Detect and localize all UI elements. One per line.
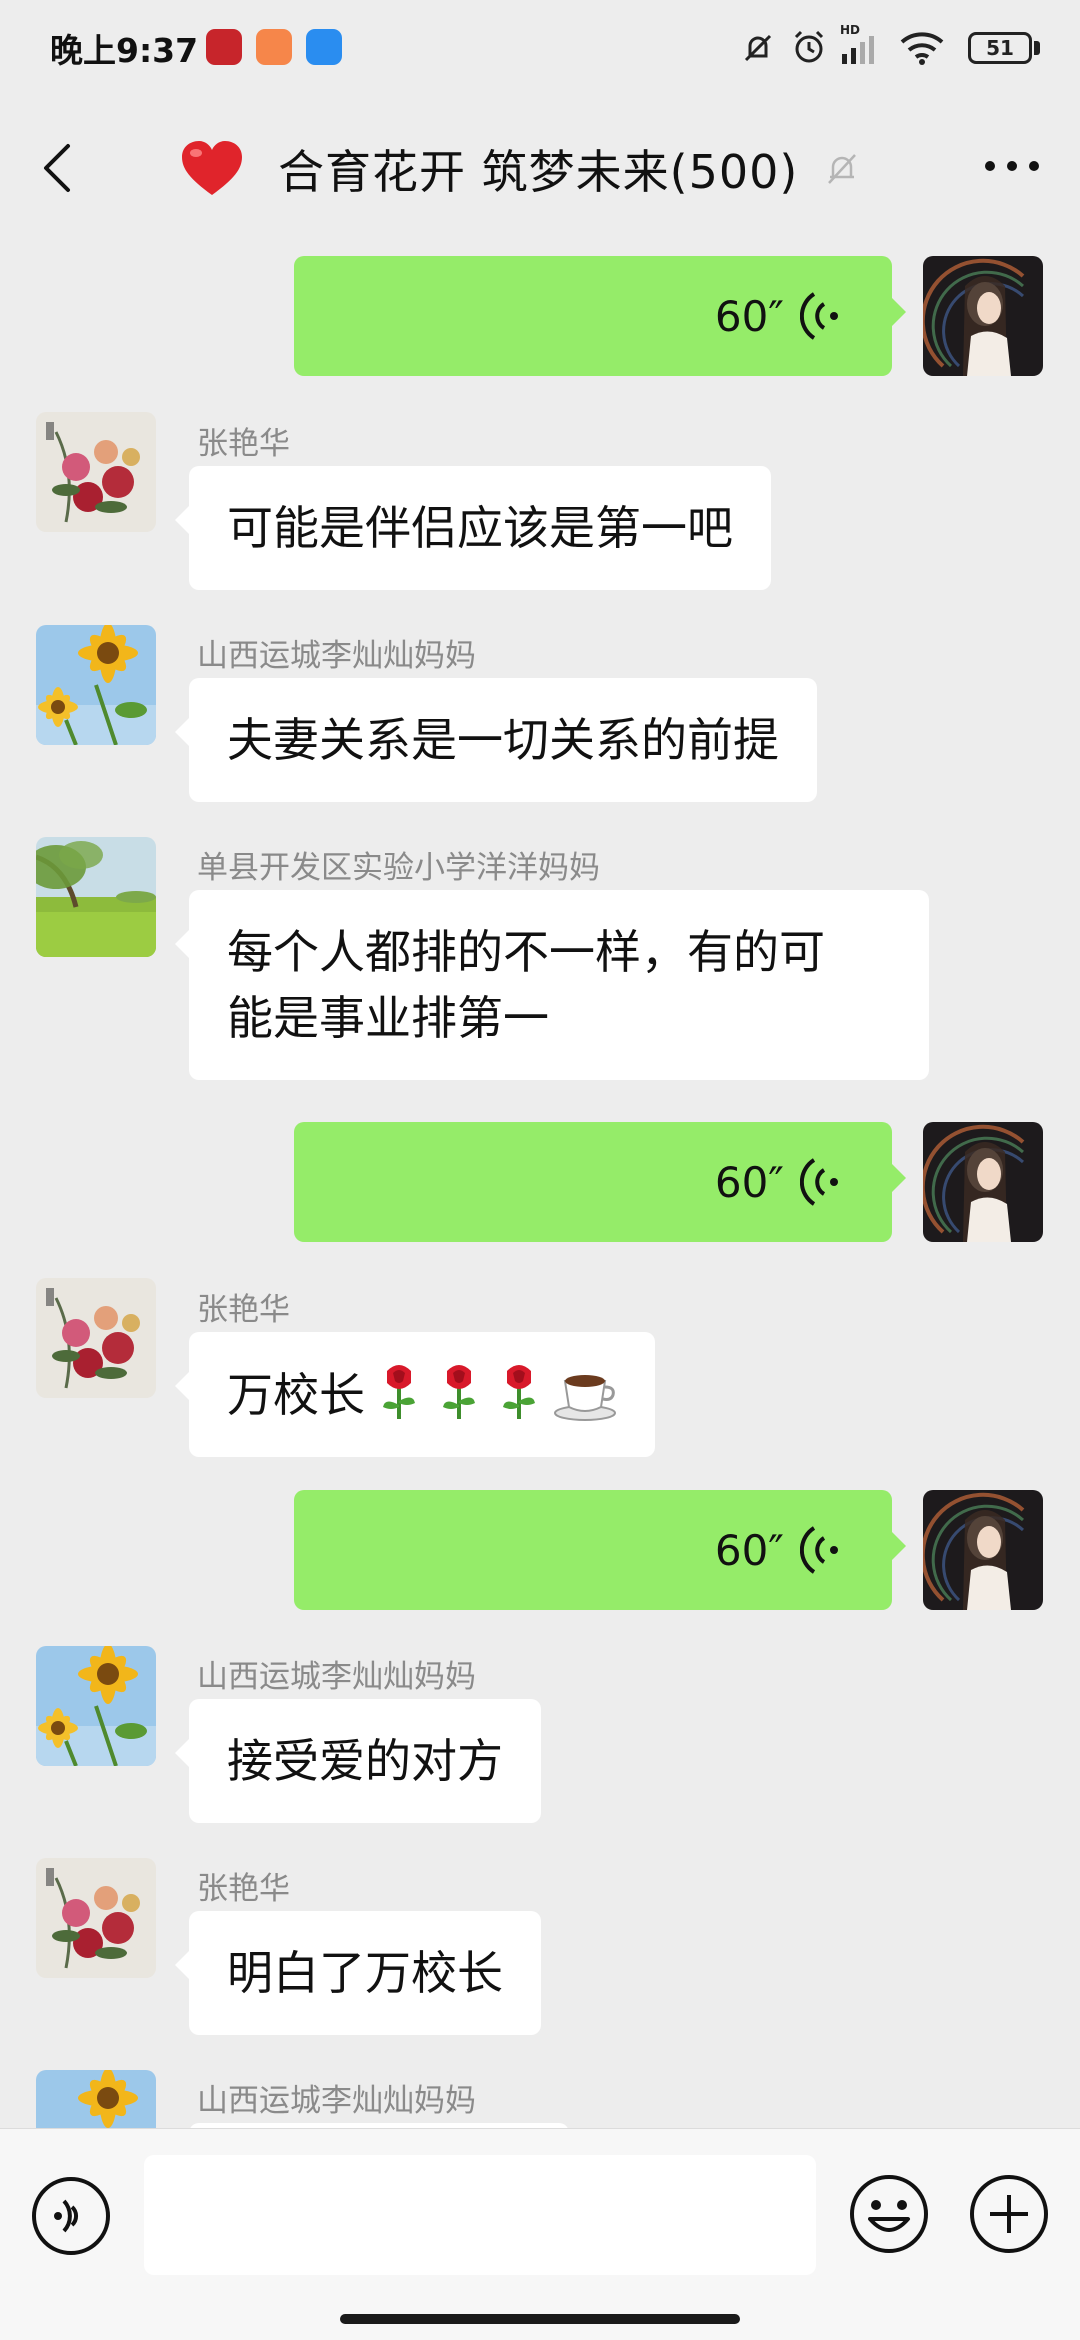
avatar[interactable]: [36, 2070, 156, 2128]
svg-text:HD: HD: [840, 23, 860, 37]
avatar[interactable]: [36, 1858, 156, 1978]
input-bar: [0, 2128, 1080, 2340]
chat-header: 合育花开 筑梦未来(500): [0, 96, 1080, 242]
battery-icon: 51: [968, 32, 1040, 64]
rose-icon: [383, 1365, 415, 1419]
avatar[interactable]: [36, 1646, 156, 1766]
message-text: 万校长: [227, 1368, 365, 1422]
battery-level: 51: [968, 32, 1032, 64]
hd-signal-icon: HD: [840, 23, 874, 64]
plus-icon[interactable]: [968, 2173, 1050, 2255]
avatar[interactable]: [36, 837, 156, 957]
alarm-clock-icon: [794, 30, 824, 63]
wifi-icon: [900, 32, 944, 65]
shopping-bag-icon: [256, 29, 292, 65]
voice-message-bubble[interactable]: 60″: [294, 1490, 906, 1610]
message-bubble[interactable]: 可能是伴侣应该是第一吧: [175, 466, 771, 590]
status-icons: HD 51: [740, 22, 1040, 72]
sender-name: 张艳华: [197, 1871, 290, 1907]
message-line: 每个人都排的不一样，有的可: [227, 925, 825, 979]
voice-wave-icon: [800, 1158, 838, 1206]
message-bubble[interactable]: 每个人都排的不一样，有的可 能是事业排第一: [175, 890, 929, 1080]
avatar[interactable]: [36, 625, 156, 745]
avatar[interactable]: [36, 412, 156, 532]
voice-duration: 60″: [714, 1158, 784, 1207]
sender-name: 张艳华: [197, 1292, 290, 1328]
voice-message-bubble[interactable]: 60″: [294, 256, 906, 376]
message-bubble[interactable]: 夫妻关系是一切关系的前提: [175, 678, 817, 802]
chat-title: 合育花开 筑梦未来(500): [278, 145, 799, 199]
sender-name: 山西运城李灿灿妈妈: [197, 1659, 476, 1695]
sender-name: 单县开发区实验小学洋洋妈妈: [197, 850, 600, 886]
heart-icon: [182, 141, 242, 195]
voice-duration: 60″: [714, 1526, 784, 1575]
message-input[interactable]: [144, 2155, 816, 2275]
news-app-icon: [206, 29, 242, 65]
mute-bell-icon: [828, 154, 857, 184]
more-dots-icon[interactable]: [982, 156, 1042, 176]
voice-message-bubble[interactable]: 60″: [294, 1122, 906, 1242]
mute-bell-icon: [744, 34, 772, 62]
sender-name: 张艳华: [197, 426, 290, 462]
message-line: 能是事业排第一: [227, 991, 549, 1045]
message-list[interactable]: 60″ 张艳华 可能是伴侣应该是第一吧 山西运城李灿灿妈妈 夫妻关系是一切关系的…: [0, 242, 1080, 2128]
voice-wave-icon: [800, 292, 838, 340]
sender-name: 山西运城李灿灿妈妈: [197, 638, 476, 674]
voice-duration: 60″: [714, 292, 784, 341]
status-time: 晚上9:37: [50, 31, 199, 70]
avatar[interactable]: [923, 1490, 1043, 1610]
rose-icon: [503, 1365, 535, 1419]
back-arrow-icon[interactable]: [38, 138, 78, 198]
coffee-icon: [554, 1375, 616, 1421]
status-bar: 晚上9:37 HD 51: [0, 0, 1080, 96]
message-bubble[interactable]: 明白了万校长: [175, 1911, 541, 2035]
avatar[interactable]: [36, 1278, 156, 1398]
avatar[interactable]: [923, 1122, 1043, 1242]
avatar[interactable]: [923, 256, 1043, 376]
sender-name: 山西运城李灿灿妈妈: [197, 2083, 476, 2119]
emoji-icon[interactable]: [848, 2173, 930, 2255]
rose-icon: [443, 1365, 475, 1419]
chat-bubble-app-icon: [306, 29, 342, 65]
voice-wave-icon: [800, 1526, 838, 1574]
voice-input-icon[interactable]: [30, 2175, 112, 2257]
message-bubble[interactable]: 万校长: [175, 1332, 655, 1457]
message-bubble[interactable]: 接受爱的对方: [175, 1699, 541, 1823]
home-indicator[interactable]: [340, 2314, 740, 2324]
chat-title-group[interactable]: 合育花开 筑梦未来(500): [180, 136, 862, 202]
